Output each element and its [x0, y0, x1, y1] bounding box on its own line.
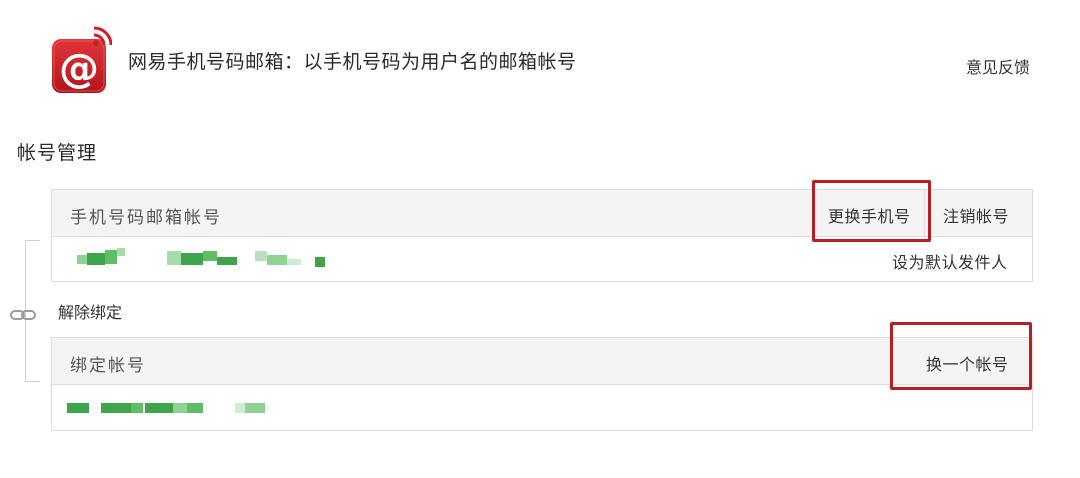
set-default-sender-button[interactable]: 设为默认发件人	[892, 249, 1008, 273]
page-title: 网易手机号码邮箱：以手机号码为用户名的邮箱帐号	[128, 51, 577, 73]
mobile-number-value	[77, 247, 337, 273]
svg-text:@: @	[59, 46, 99, 92]
cancel-account-button[interactable]: 注销帐号	[943, 203, 1009, 227]
bound-account-value	[67, 400, 277, 416]
bound-account-label: 绑定帐号	[70, 356, 146, 376]
mobile-account-label: 手机号码邮箱帐号	[70, 208, 222, 228]
highlight-change-phone	[812, 180, 931, 242]
bound-account-header: 绑定帐号 换一个帐号	[52, 338, 1032, 385]
at-sign-mail-icon: @	[52, 26, 112, 93]
highlight-switch-account	[890, 322, 1032, 390]
chain-link-icon	[10, 310, 36, 320]
bound-account-panel: 绑定帐号 换一个帐号	[51, 337, 1033, 431]
section-title: 帐号管理	[17, 142, 98, 164]
unbind-link[interactable]: 解除绑定	[58, 299, 122, 323]
feedback-link[interactable]: 意见反馈	[966, 54, 1030, 78]
